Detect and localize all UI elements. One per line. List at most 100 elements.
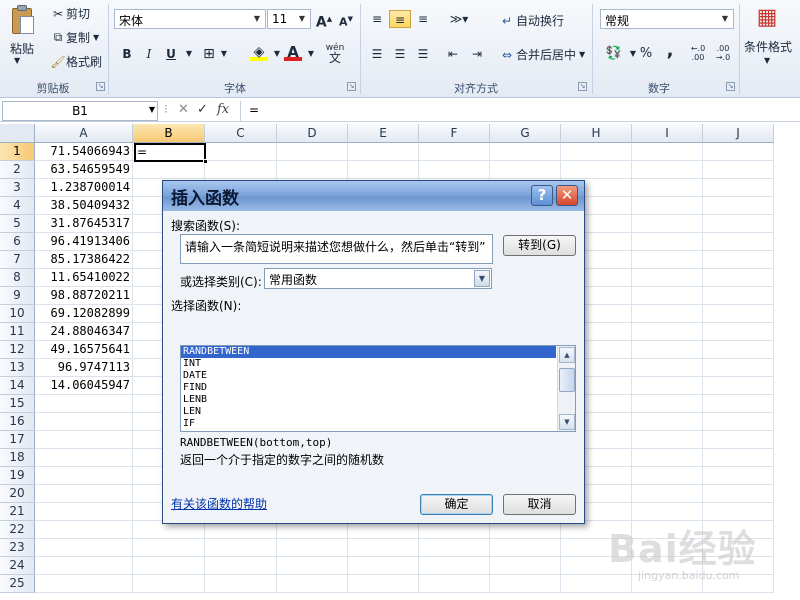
cell-j6[interactable]	[703, 233, 774, 251]
row-header-19[interactable]: 19	[0, 467, 35, 485]
cell-g2[interactable]	[490, 161, 561, 179]
cell-j9[interactable]	[703, 287, 774, 305]
percent-button[interactable]: %	[637, 45, 655, 63]
select-all-corner[interactable]	[0, 124, 35, 143]
cell-j12[interactable]	[703, 341, 774, 359]
cell-i20[interactable]	[632, 485, 703, 503]
align-right-icon[interactable]: ☰	[414, 45, 432, 63]
row-header-8[interactable]: 8	[0, 269, 35, 287]
enter-icon[interactable]: ✓	[197, 102, 208, 117]
cell-b25[interactable]	[133, 575, 205, 593]
cell-d2[interactable]	[277, 161, 348, 179]
cell-i11[interactable]	[632, 323, 703, 341]
cell-i10[interactable]	[632, 305, 703, 323]
cell-i4[interactable]	[632, 197, 703, 215]
cell-i17[interactable]	[632, 431, 703, 449]
clipboard-launcher-icon[interactable]: ↘	[96, 82, 105, 91]
cell-i16[interactable]	[632, 413, 703, 431]
row-header-14[interactable]: 14	[0, 377, 35, 395]
cell-j16[interactable]	[703, 413, 774, 431]
function-list[interactable]: RANDBETWEEN INT DATE FIND LENB LEN IF ▲ ▼	[180, 345, 576, 432]
fill-handle[interactable]	[203, 159, 208, 164]
cell-e25[interactable]	[348, 575, 419, 593]
align-bottom-icon[interactable]: ≡	[414, 10, 432, 28]
cell-h2[interactable]	[561, 161, 632, 179]
comma-style-button[interactable]: ,	[661, 42, 679, 60]
close-icon[interactable]: ✕	[556, 185, 578, 206]
number-format-combo[interactable]: 常规 ▼	[600, 9, 734, 29]
decrease-decimal-icon[interactable]: .00 →.0	[713, 44, 733, 62]
cell-i18[interactable]	[632, 449, 703, 467]
cell-f1[interactable]	[419, 143, 490, 161]
cell-e23[interactable]	[348, 539, 419, 557]
column-header-j[interactable]: J	[703, 124, 774, 143]
cell-g24[interactable]	[490, 557, 561, 575]
cell-j10[interactable]	[703, 305, 774, 323]
row-header-17[interactable]: 17	[0, 431, 35, 449]
cell-d25[interactable]	[277, 575, 348, 593]
chevron-down-icon[interactable]: ▼	[764, 56, 770, 65]
cell-i8[interactable]	[632, 269, 703, 287]
cell-b2[interactable]	[133, 161, 205, 179]
row-header-12[interactable]: 12	[0, 341, 35, 359]
cell-c25[interactable]	[205, 575, 277, 593]
orientation-icon[interactable]: ≫▾	[447, 10, 471, 28]
row-header-23[interactable]: 23	[0, 539, 35, 557]
scroll-up-icon[interactable]: ▲	[559, 347, 575, 363]
cell-j3[interactable]	[703, 179, 774, 197]
cell-a20[interactable]	[35, 485, 133, 503]
cell-c1[interactable]	[205, 143, 277, 161]
name-box[interactable]: B1 ▼	[2, 101, 158, 121]
cell-a6[interactable]: 96.41913406	[35, 233, 133, 251]
cancel-button[interactable]: 取消	[503, 494, 576, 515]
increase-decimal-icon[interactable]: ←.0.00	[688, 44, 708, 62]
column-header-g[interactable]: G	[490, 124, 561, 143]
cell-i3[interactable]	[632, 179, 703, 197]
increase-indent-icon[interactable]: ⇥	[468, 45, 486, 63]
cell-a9[interactable]: 98.88720211	[35, 287, 133, 305]
row-header-3[interactable]: 3	[0, 179, 35, 197]
align-top-icon[interactable]: ≡	[368, 10, 386, 28]
function-list-item[interactable]: LEN	[181, 406, 556, 418]
row-header-9[interactable]: 9	[0, 287, 35, 305]
cell-c2[interactable]	[205, 161, 277, 179]
cell-h25[interactable]	[561, 575, 632, 593]
cell-c23[interactable]	[205, 539, 277, 557]
cell-i14[interactable]	[632, 377, 703, 395]
row-header-11[interactable]: 11	[0, 323, 35, 341]
cell-j11[interactable]	[703, 323, 774, 341]
cell-a5[interactable]: 31.87645317	[35, 215, 133, 233]
cell-c24[interactable]	[205, 557, 277, 575]
paste-dropdown-icon[interactable]: ▼	[14, 56, 20, 65]
cell-a7[interactable]: 85.17386422	[35, 251, 133, 269]
grow-font-button[interactable]: A▲	[315, 10, 333, 31]
search-input[interactable]: 请输入一条简短说明来描述您想做什么，然后单击“转到”	[180, 234, 493, 264]
align-left-icon[interactable]: ☰	[368, 45, 386, 63]
row-header-1[interactable]: 1	[0, 143, 35, 161]
cell-i13[interactable]	[632, 359, 703, 377]
shrink-font-button[interactable]: A▼	[337, 10, 355, 29]
font-color-button[interactable]: A	[284, 43, 302, 61]
row-header-5[interactable]: 5	[0, 215, 35, 233]
row-header-18[interactable]: 18	[0, 449, 35, 467]
cell-j1[interactable]	[703, 143, 774, 161]
cell-a16[interactable]	[35, 413, 133, 431]
row-header-20[interactable]: 20	[0, 485, 35, 503]
merge-center-button[interactable]: ⇔ 合并后居中 ▼	[498, 46, 585, 63]
cell-a15[interactable]	[35, 395, 133, 413]
copy-button[interactable]: ⧉ 复制 ▼	[50, 29, 99, 46]
bold-button[interactable]: B	[118, 45, 136, 63]
row-header-6[interactable]: 6	[0, 233, 35, 251]
cell-a10[interactable]: 69.12082899	[35, 305, 133, 323]
cell-f2[interactable]	[419, 161, 490, 179]
column-header-c[interactable]: C	[205, 124, 277, 143]
cut-button[interactable]: ✂ 剪切	[50, 5, 90, 22]
cell-a19[interactable]	[35, 467, 133, 485]
cell-d1[interactable]	[277, 143, 348, 161]
align-center-icon[interactable]: ☰	[391, 45, 409, 63]
scroll-thumb[interactable]	[559, 368, 575, 392]
row-header-22[interactable]: 22	[0, 521, 35, 539]
underline-button[interactable]: U	[162, 45, 180, 63]
function-list-item[interactable]: IF	[181, 418, 556, 430]
font-size-combo[interactable]: 11 ▼	[267, 9, 311, 29]
